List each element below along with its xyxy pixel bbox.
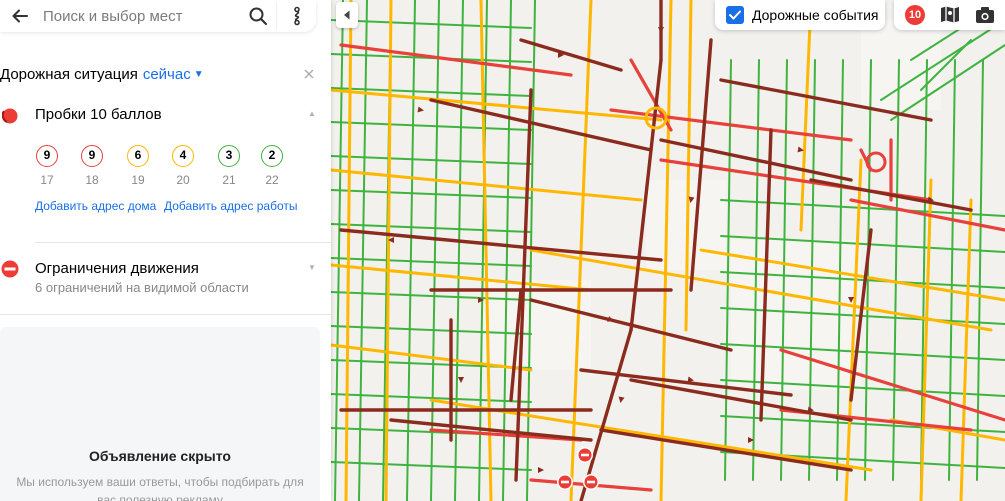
divider xyxy=(35,242,331,243)
forecast-item: 6 19 xyxy=(126,145,150,187)
forecast-item: 9 17 xyxy=(35,145,59,187)
forecast-item: 3 21 xyxy=(217,145,241,187)
chevron-down-icon[interactable]: ▼ xyxy=(308,263,316,272)
forecast-hour: 22 xyxy=(265,173,279,187)
panorama-button[interactable] xyxy=(972,3,998,27)
route-button[interactable] xyxy=(276,2,316,30)
restrictions-section[interactable]: Ограничения движения 6 ограничений на ви… xyxy=(0,257,331,297)
divider xyxy=(0,314,331,315)
time-selector[interactable]: сейчас xyxy=(143,66,191,83)
close-icon xyxy=(304,69,314,79)
traffic-jams-section[interactable]: Пробки 10 баллов ▲ xyxy=(0,104,331,126)
collapse-panel-button[interactable] xyxy=(336,2,358,28)
forecast-item: 2 22 xyxy=(260,145,284,187)
restrictions-title: Ограничения движения xyxy=(35,260,199,277)
chevron-left-icon xyxy=(344,10,350,20)
forecast-hour: 17 xyxy=(40,173,54,187)
forecast-score: 9 xyxy=(81,145,103,167)
address-links: Добавить адрес дома Добавить адрес работ… xyxy=(35,199,297,213)
no-entry-icon[interactable] xyxy=(557,474,573,490)
forecast-score: 9 xyxy=(36,145,58,167)
forecast-score: 4 xyxy=(172,145,194,167)
search-button[interactable] xyxy=(240,2,276,30)
forecast-score: 2 xyxy=(261,145,283,167)
forecast-hour: 21 xyxy=(222,173,236,187)
ad-placeholder: Объявление скрыто Мы используем ваши отв… xyxy=(0,327,320,501)
back-button[interactable] xyxy=(0,2,40,30)
traffic-header: Дорожная ситуация сейчас ▼ xyxy=(0,64,331,84)
ad-title: Объявление скрыто xyxy=(89,448,231,464)
search-icon xyxy=(249,7,268,26)
traffic-title: Дорожная ситуация xyxy=(0,65,138,83)
camera-icon xyxy=(976,7,994,23)
map-book-icon xyxy=(941,6,959,23)
forecast-score: 6 xyxy=(127,145,149,167)
road-events-label: Дорожные события xyxy=(752,7,879,23)
forecast-hour: 19 xyxy=(131,173,145,187)
no-entry-icon[interactable] xyxy=(577,447,593,463)
restrictions-subtitle: 6 ограничений на видимой области xyxy=(35,280,249,295)
add-home-link[interactable]: Добавить адрес дома xyxy=(35,199,156,213)
checkmark-icon xyxy=(729,10,741,20)
left-panel: Поиск и выбор мест Дорожная ситуация сей… xyxy=(0,0,331,501)
ad-text: Мы используем ваши ответы, чтобы подбира… xyxy=(16,475,304,501)
chevron-down-icon[interactable]: ▼ xyxy=(194,69,204,80)
forecast-hour: 20 xyxy=(176,173,190,187)
map-canvas[interactable] xyxy=(331,0,1005,501)
traffic-map[interactable] xyxy=(331,0,1005,501)
no-entry-icon xyxy=(1,260,19,278)
road-events-toggle[interactable]: Дорожные события xyxy=(715,0,885,30)
search-bar: Поиск и выбор мест xyxy=(0,0,316,32)
close-button[interactable] xyxy=(303,64,315,84)
traffic-light-icon xyxy=(2,108,18,124)
forecast-score: 3 xyxy=(218,145,240,167)
map-layers-button[interactable] xyxy=(937,3,963,27)
forecast-hour: 18 xyxy=(85,173,99,187)
traffic-jams-title: Пробки 10 баллов xyxy=(35,106,162,123)
forecast-item: 4 20 xyxy=(171,145,195,187)
traffic-layer-button[interactable]: 10 xyxy=(902,3,928,27)
map-toolbar: 10 xyxy=(894,0,1005,30)
search-input[interactable]: Поиск и выбор мест xyxy=(40,8,240,25)
route-icon xyxy=(293,6,300,26)
forecast-item: 9 18 xyxy=(80,145,104,187)
arrow-left-icon xyxy=(12,9,28,23)
traffic-level-badge: 10 xyxy=(905,5,925,25)
no-entry-icon[interactable] xyxy=(583,474,599,490)
add-work-link[interactable]: Добавить адрес работы xyxy=(164,199,297,213)
chevron-up-icon[interactable]: ▲ xyxy=(308,109,316,118)
road-events-checkbox[interactable] xyxy=(726,6,744,24)
